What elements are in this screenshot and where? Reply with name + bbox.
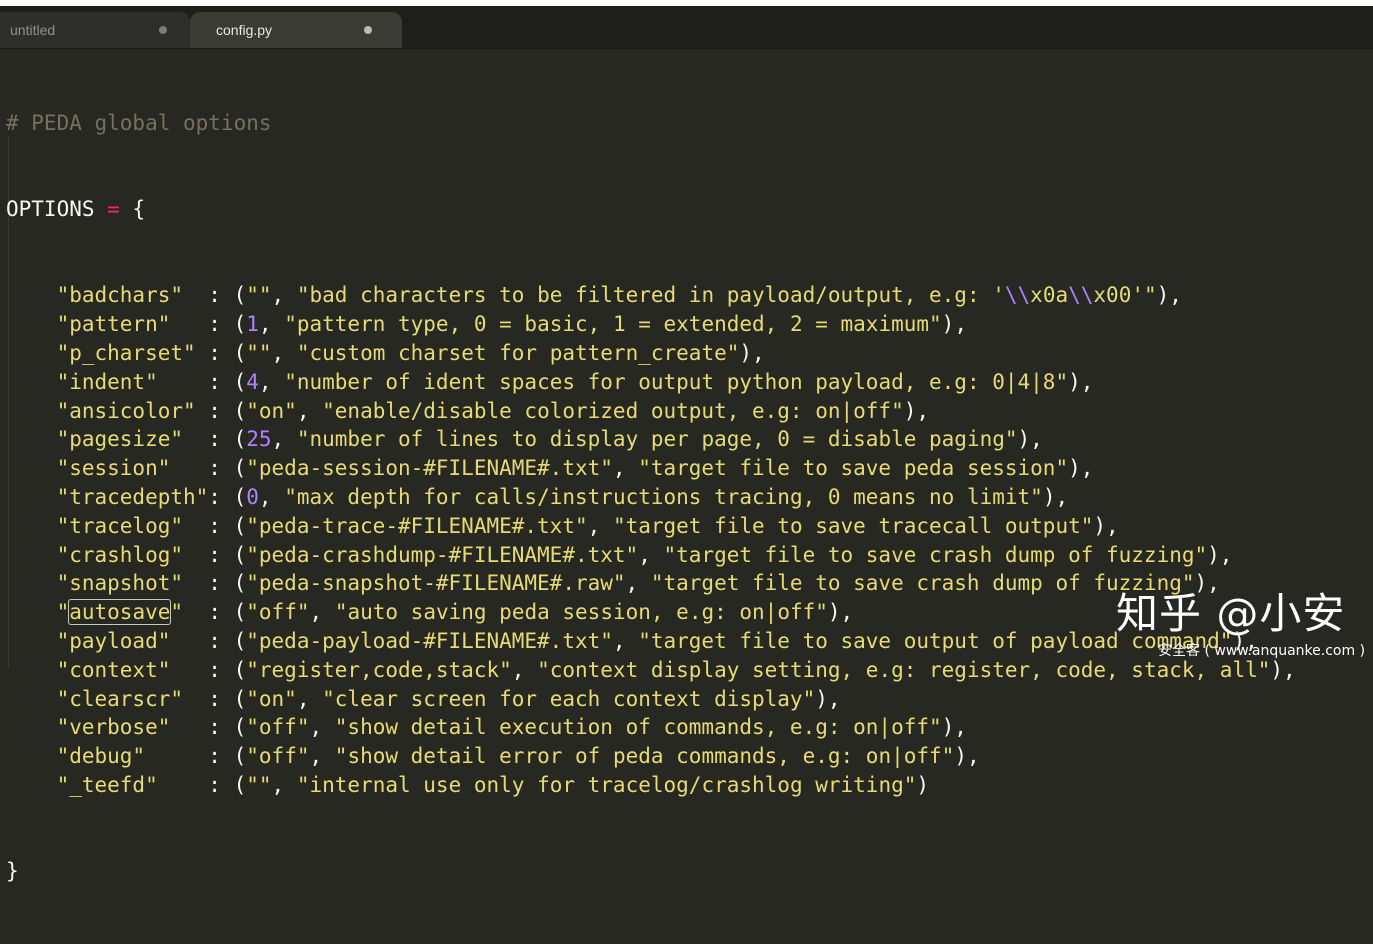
option-key: "pagesize" [56, 427, 184, 452]
option-line: "indent" : (4, "number of ident spaces f… [56, 369, 1094, 394]
close-brace: } [6, 859, 19, 884]
option-value: ("peda-snapshot-#FILENAME#.raw", "target… [233, 571, 1220, 596]
tab-config-py-label: config.py [216, 22, 273, 38]
option-line: "pattern" : (1, "pattern type, 0 = basic… [56, 312, 967, 337]
code-line-declaration: OPTIONS = { [6, 195, 1296, 224]
option-line: "debug" : ("off", "show detail error of … [56, 744, 980, 769]
option-line: "clearscr" : ("on", "clear screen for ea… [56, 686, 841, 711]
tab-bar: untitled config.py [0, 6, 1373, 49]
option-key: "tracedepth" [56, 484, 209, 509]
open-brace: { [132, 196, 146, 221]
comment-text: # PEDA global options [6, 110, 272, 135]
option-value: (0, "max depth for calls/instructions tr… [233, 484, 1069, 509]
option-key: "p_charset" [56, 340, 196, 365]
tab-config-py[interactable]: config.py [190, 12, 402, 48]
option-line: "context" : ("register,code,stack", "con… [56, 657, 1296, 682]
option-value: ("peda-crashdump-#FILENAME#.txt", "targe… [233, 542, 1233, 567]
code-line-close: } [6, 857, 1296, 886]
option-value: ("off", "show detail execution of comman… [233, 715, 967, 740]
option-line: "_teefd" : ("", "internal use only for t… [56, 772, 930, 797]
option-line: "badchars" : ("", "bad characters to be … [56, 283, 1182, 308]
option-key: "payload" [56, 628, 171, 653]
option-value: ("", "internal use only for tracelog/cra… [233, 772, 930, 797]
option-value: (1, "pattern type, 0 = basic, 1 = extend… [233, 312, 967, 337]
option-key: "clearscr" [56, 686, 184, 711]
option-key: "pattern" [56, 312, 171, 337]
option-line: "ansicolor" : ("on", "enable/disable col… [56, 398, 930, 423]
option-key: "_teefd" [56, 772, 158, 797]
option-line: "pagesize" : (25, "number of lines to di… [56, 427, 1043, 452]
option-value: ("on", "enable/disable colorized output,… [233, 398, 930, 423]
option-value: ("peda-trace-#FILENAME#.txt", "target fi… [233, 513, 1119, 538]
unsaved-dot-icon[interactable] [159, 26, 167, 34]
tab-untitled[interactable]: untitled [0, 12, 190, 48]
watermark-source: 安全客 ( www.anquanke.com ) [1158, 643, 1366, 659]
option-line: "session" : ("peda-session-#FILENAME#.tx… [56, 456, 1094, 481]
option-key: "ansicolor" [56, 398, 196, 423]
unsaved-dot-icon[interactable] [364, 26, 372, 34]
option-key: "context" [56, 657, 171, 682]
option-key: "session" [56, 456, 171, 481]
code-line-comment: # PEDA global options [6, 109, 1296, 138]
option-key: "snapshot" [56, 571, 184, 596]
variable-name: OPTIONS [6, 196, 95, 221]
option-value: ("peda-session-#FILENAME#.txt", "target … [233, 456, 1094, 481]
assign-operator: = [107, 196, 120, 221]
option-value: (25, "number of lines to display per pag… [233, 427, 1043, 452]
option-key: "debug" [56, 744, 146, 769]
option-value: ("off", "show detail error of peda comma… [233, 744, 980, 769]
tab-untitled-label: untitled [10, 22, 56, 38]
option-line: "tracelog" : ("peda-trace-#FILENAME#.txt… [56, 513, 1119, 538]
option-key: "crashlog" [56, 542, 184, 567]
code-area[interactable]: # PEDA global options OPTIONS = { "badch… [6, 51, 1296, 944]
option-key: "indent" [56, 369, 158, 394]
option-key: "tracelog" [56, 513, 184, 538]
option-line: "payload" : ("peda-payload-#FILENAME#.tx… [56, 628, 1258, 653]
option-key: "autosave" [56, 599, 184, 626]
option-value: ("on", "clear screen for each context di… [233, 686, 841, 711]
watermark-text: 知乎 @小安 [1116, 589, 1346, 638]
option-value: ("off", "auto saving peda session, e.g: … [233, 600, 854, 625]
option-line: "tracedepth": (0, "max depth for calls/i… [56, 484, 1069, 509]
option-line: "p_charset" : ("", "custom charset for p… [56, 340, 765, 365]
option-key: "badchars" [56, 283, 184, 308]
option-value: (4, "number of ident spaces for output p… [233, 369, 1094, 394]
code-editor[interactable]: # PEDA global options OPTIONS = { "badch… [0, 50, 1373, 884]
option-line: "verbose" : ("off", "show detail executi… [56, 715, 967, 740]
option-line: "snapshot" : ("peda-snapshot-#FILENAME#.… [56, 571, 1220, 596]
option-value: ("register,code,stack", "context display… [233, 657, 1296, 682]
option-line: "crashlog" : ("peda-crashdump-#FILENAME#… [56, 542, 1233, 567]
option-value: ("", "custom charset for pattern_create"… [233, 340, 765, 365]
option-line: "autosave" : ("off", "auto saving peda s… [56, 599, 854, 626]
option-key: "verbose" [56, 715, 171, 740]
option-value: ("", "bad characters to be filtered in p… [233, 283, 1182, 308]
option-value: ("peda-payload-#FILENAME#.txt", "target … [233, 628, 1258, 653]
